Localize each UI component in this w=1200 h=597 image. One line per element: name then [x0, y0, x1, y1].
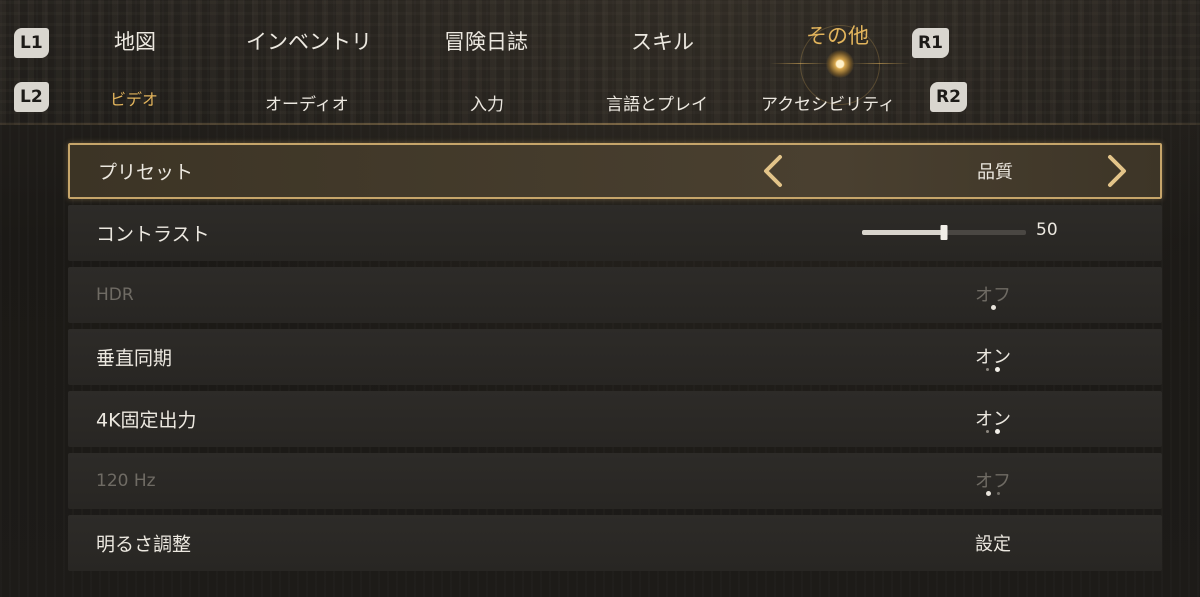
setting-row-brightness[interactable]: 明るさ調整 設定 [68, 515, 1162, 571]
subtab-accessibility[interactable]: アクセシビリティ [761, 90, 895, 115]
setting-row-contrast[interactable]: コントラスト 50 [68, 205, 1162, 261]
option-indicator [943, 367, 1043, 372]
setting-row-4k-output[interactable]: 4K固定出力 オン [68, 391, 1162, 447]
setting-value: オフ [975, 471, 1011, 492]
slider-value: 50 [1036, 220, 1058, 240]
setting-value: オン [975, 409, 1011, 430]
tab-inventory[interactable]: インベントリ [246, 26, 372, 56]
slider-fill [862, 230, 944, 235]
l1-button-icon[interactable]: L1 [14, 28, 49, 58]
active-tab-line-left [770, 63, 830, 64]
option-dot [997, 492, 1000, 495]
l2-button-icon[interactable]: L2 [14, 82, 49, 112]
tab-map[interactable]: 地図 [114, 26, 156, 56]
setting-label: 4K固定出力 [96, 409, 197, 432]
tab-journal[interactable]: 冒険日誌 [444, 26, 528, 56]
setting-value: オフ [975, 285, 1011, 306]
setting-value: オン [975, 347, 1011, 368]
setting-row-120hz: 120 Hz オフ [68, 453, 1162, 509]
option-dot-active [995, 367, 1000, 372]
option-dot [986, 368, 989, 371]
option-dot-active [995, 429, 1000, 434]
option-indicator [943, 305, 1043, 310]
chevron-right-icon[interactable] [1096, 151, 1136, 191]
setting-row-vsync[interactable]: 垂直同期 オン [68, 329, 1162, 385]
option-dot-active [986, 491, 991, 496]
r1-button-icon[interactable]: R1 [912, 28, 949, 58]
subtab-input[interactable]: 入力 [470, 90, 504, 115]
glyph-pattern-band [0, 0, 1200, 125]
setting-label: 明るさ調整 [96, 533, 192, 556]
setting-label: 垂直同期 [96, 347, 173, 370]
subtab-language-play[interactable]: 言語とプレイ [606, 90, 708, 115]
contrast-slider[interactable] [862, 225, 1026, 240]
r2-button-icon[interactable]: R2 [930, 82, 967, 112]
setting-label: コントラスト [96, 223, 210, 246]
header-divider [0, 123, 1200, 125]
setting-row-hdr: HDR オフ [68, 267, 1162, 323]
option-indicator [943, 429, 1043, 434]
setting-label: HDR [96, 285, 134, 305]
option-dot [986, 430, 989, 433]
active-tab-orb-icon [826, 50, 854, 78]
setting-value: 設定 [975, 534, 1011, 555]
setting-label: 120 Hz [96, 471, 156, 491]
setting-value: 品質 [977, 162, 1013, 183]
slider-handle[interactable] [940, 225, 948, 240]
option-indicator [943, 491, 1043, 496]
active-tab-line-right [850, 63, 910, 64]
option-dot-active [990, 305, 996, 310]
setting-label: プリセット [98, 161, 194, 184]
chevron-left-icon[interactable] [754, 151, 794, 191]
subtab-audio[interactable]: オーディオ [265, 90, 349, 115]
setting-row-preset[interactable]: プリセット 品質 [68, 143, 1162, 199]
subtab-video[interactable]: ビデオ [110, 86, 158, 110]
tab-skills[interactable]: スキル [631, 26, 694, 56]
